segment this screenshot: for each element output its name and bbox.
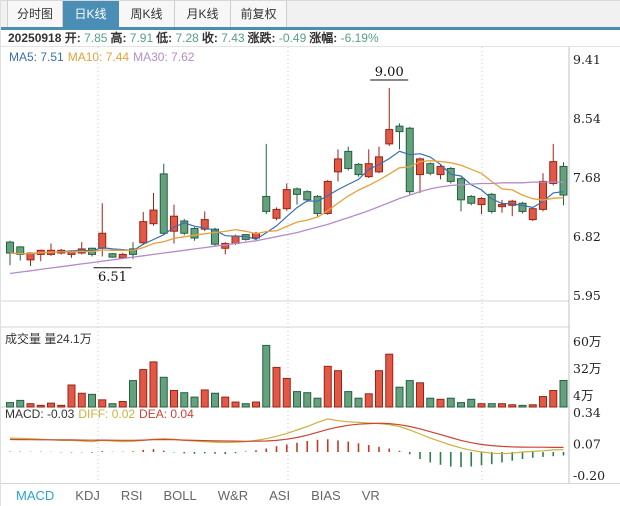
info-label: 收: xyxy=(201,31,222,45)
indicator-tab-ASI[interactable]: ASI xyxy=(269,488,290,503)
indicator-tab-W&R[interactable]: W&R xyxy=(218,488,248,503)
tab-前复权[interactable]: 前复权 xyxy=(231,1,287,28)
ohlc-info-bar: 20250918 开: 7.85 高: 7.91 低: 7.28 收: 7.43 涨跌:… xyxy=(1,30,620,47)
info-value: 7.85 xyxy=(84,31,108,45)
info-label: 高: xyxy=(110,31,130,45)
indicator-tab-BOLL[interactable]: BOLL xyxy=(164,488,197,503)
info-value: 7.91 xyxy=(129,31,154,45)
svg-text:-0.20: -0.20 xyxy=(573,468,605,483)
indicator-tab-BIAS[interactable]: BIAS xyxy=(311,488,341,503)
svg-text:9.00: 9.00 xyxy=(375,65,404,80)
macd-value-label: MACD: -0.03 xyxy=(5,407,75,421)
macd-header: MACD: -0.03 DIFF: 0.02 DEA: 0.04 xyxy=(5,407,198,421)
trade-date: 20250918 xyxy=(8,31,65,45)
indicator-tab-MACD[interactable]: MACD xyxy=(16,488,54,503)
info-value: -6.19% xyxy=(340,31,379,45)
info-label: 开: xyxy=(64,31,85,45)
svg-text:8.54: 8.54 xyxy=(573,111,601,126)
svg-text:9.41: 9.41 xyxy=(573,52,601,67)
tab-日K线[interactable]: 日K线 xyxy=(63,1,119,28)
volume-value: 量24.1万 xyxy=(44,332,92,346)
volume-header: 成交量 量24.1万 xyxy=(5,330,92,347)
indicator-tab-bar: MACD KDJ RSI BOLL W&R ASI BIAS VR xyxy=(1,483,620,506)
svg-text:32万: 32万 xyxy=(573,361,601,376)
svg-text:4万: 4万 xyxy=(573,388,593,403)
indicator-tab-RSI[interactable]: RSI xyxy=(121,488,143,503)
info-value: 7.43 xyxy=(221,31,245,45)
tab-周K线[interactable]: 周K线 xyxy=(119,1,175,28)
indicator-tab-VR[interactable]: VR xyxy=(362,488,380,503)
volume-title: 成交量 xyxy=(5,332,42,346)
info-value: -0.49 xyxy=(278,31,307,45)
svg-text:6.82: 6.82 xyxy=(573,229,601,244)
svg-text:60万: 60万 xyxy=(573,334,601,349)
tab-月K线[interactable]: 月K线 xyxy=(175,1,231,28)
stock-chart-app: 分时图 日K线 周K线 月K线 前复权 20250918 开: 7.85 高: 7.91 低… xyxy=(0,0,620,506)
svg-text:7.68: 7.68 xyxy=(573,170,601,185)
info-label: 涨幅: xyxy=(309,31,341,45)
period-tab-bar: 分时图 日K线 周K线 月K线 前复权 xyxy=(1,0,620,28)
info-label: 涨跌: xyxy=(247,31,279,45)
macd-value-label: DEA: 0.04 xyxy=(139,407,194,421)
svg-text:5.95: 5.95 xyxy=(573,288,601,303)
svg-text:6.51: 6.51 xyxy=(98,270,127,285)
indicator-tab-KDJ[interactable]: KDJ xyxy=(75,488,100,503)
tab-分时图[interactable]: 分时图 xyxy=(7,1,63,28)
macd-value-label: DIFF: 0.02 xyxy=(78,407,136,421)
svg-text:0.34: 0.34 xyxy=(573,405,601,420)
info-value: 7.28 xyxy=(175,31,199,45)
info-label: 低: xyxy=(156,31,176,45)
svg-text:0.07: 0.07 xyxy=(573,437,601,452)
